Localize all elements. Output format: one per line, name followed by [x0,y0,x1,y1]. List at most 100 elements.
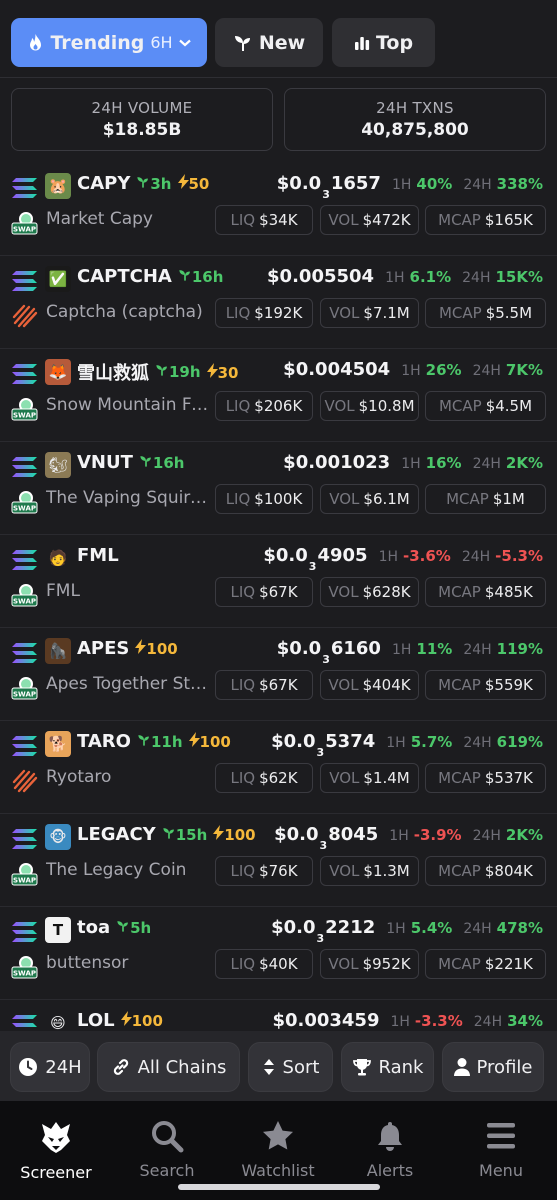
token-price: $0.001023 [283,452,390,473]
boost-bolt-icon [177,174,189,189]
sprout-icon [163,827,174,839]
change-1h-value: 11% [416,640,453,658]
token-price-main: $0.004504 [283,359,391,380]
dex-badge [11,303,38,328]
mcap-value: $1M [492,490,525,508]
liquidity-chip: LIQ $34K [215,205,313,235]
token-row[interactable]: SWAP😄LOL100$0.0034591H-3.3%24H34% [0,1000,557,1030]
token-row[interactable]: SWAP 🦍 APES 100 Apes Together Strong $0.03616… [0,628,557,721]
token-age: 16h [139,453,185,472]
change-1h-value: 26% [425,361,462,379]
trending-timeframe: 6H [150,33,173,52]
token-price-group: $0.031657 1H 40% 24H 338% [277,173,543,201]
dex-stripes-icon [12,304,38,328]
solana-chain-icon [12,829,37,849]
profile-button[interactable]: Profile [442,1042,544,1092]
dex-badge: SWAP [11,675,38,700]
chain-badge [11,549,38,571]
nav-search[interactable]: Search [122,1119,212,1180]
chains-filter-button[interactable]: All Chains [97,1042,240,1092]
token-row[interactable]: SWAP 🐿 VNUT 16h The Vaping Squirrel $0.001023… [0,442,557,535]
nav-search-label: Search [139,1161,195,1180]
token-row[interactable]: 🐕 TARO 11h 100 Ryotaro $0.035374 1H 5.7% 24H 619%… [0,721,557,814]
nav-watchlist[interactable]: Watchlist [233,1119,323,1180]
rank-button[interactable]: Rank [341,1042,434,1092]
timeframe-filter-button[interactable]: 24H [10,1042,90,1092]
volume-chip: VOL $7.1M [320,298,419,328]
solana-chain-icon [12,922,37,942]
volume-value: $472K [362,211,411,229]
token-price-group: $0.003459 1H -3.3% 24H 34% [272,1010,543,1030]
bell-icon [378,1122,402,1151]
solana-chain-icon [12,550,37,570]
token-symbol: CAPTCHA [77,266,172,287]
token-row[interactable]: ✅ CAPTCHA 16h Captcha (captcha) $0.005504 1H 6… [0,256,557,349]
nav-alerts[interactable]: Alerts [345,1119,435,1180]
chains-filter-label: All Chains [137,1056,227,1078]
change-1h-label: 1H [378,549,398,565]
token-boost-value: 100 [146,640,178,658]
dex-badge: SWAP [11,396,38,421]
chevron-down-icon [178,39,191,46]
token-age-value: 3h [150,174,172,193]
token-symbol: LOL [77,1010,115,1030]
nav-menu[interactable]: Menu [456,1119,546,1180]
nav-alerts-label: Alerts [366,1161,414,1180]
token-symbol-group: VNUT 16h [77,452,184,473]
token-price: $0.035374 [271,731,375,759]
liquidity-value: $100K [254,490,303,508]
token-price: $0.005504 [267,266,374,287]
liquidity-label: LIQ [230,769,256,787]
token-age-value: 15h [175,825,208,844]
token-row[interactable]: SWAP 🦊 雪山救狐 19h 30 Snow Mountain Fox $0.004504… [0,349,557,442]
sort-button[interactable]: Sort [248,1042,333,1092]
change-24h-label: 24H [472,456,501,472]
liquidity-label: LIQ [225,490,251,508]
tab-trending[interactable]: Trending 6H [11,18,207,67]
change-24h-label: 24H [472,363,501,379]
dex-badge [11,768,38,793]
token-boost-value: 100 [131,1012,163,1030]
token-name: buttensor [46,953,129,973]
token-age: 15h [162,825,208,844]
token-price-zeros: 3 [316,931,325,945]
hamburger-menu-icon [487,1123,515,1149]
token-symbol: CAPY [77,173,131,194]
sprout-icon [138,734,149,746]
token-avatar-glyph: T [52,921,64,939]
token-age-value: 16h [152,453,185,472]
change-1h-label: 1H [389,828,409,844]
swap-dex-icon: SWAP [11,398,38,421]
token-row[interactable]: SWAP 🧑 FML FML $0.034905 1H -3.6% 24H -5.3% LIQ $6… [0,535,557,628]
token-price-group: $0.005504 1H 6.1% 24H 15K% [267,266,543,287]
token-symbol-group: LOL 100 [77,1010,163,1030]
liquidity-label: LIQ [225,397,251,415]
token-avatar: ✅ [45,266,71,292]
token-price: $0.031657 [277,173,381,201]
token-boost-value: 100 [199,733,231,751]
tab-top[interactable]: Top [332,18,435,67]
change-1h-label: 1H [401,456,421,472]
screener-logo-icon [42,1122,70,1153]
volume-label: VOL [329,490,360,508]
sprout-icon [140,455,151,467]
dex-badge: SWAP [11,861,38,886]
token-list: SWAP 🐹 CAPY 3h 50 Market Capy $0.031657 1H 40% 24… [0,163,557,1030]
volume-stat-label: 24H VOLUME [91,99,193,117]
token-row[interactable]: SWAP 🐵 LEGACY 15h 100 The Legacy Coin $0.03804… [0,814,557,907]
token-row[interactable]: SWAP 🐹 CAPY 3h 50 Market Capy $0.031657 1H 40% 24… [0,163,557,256]
nav-screener[interactable]: Screener [11,1119,101,1182]
chain-badge [11,270,38,292]
volume-label: VOL [328,676,359,694]
profile-label: Profile [476,1056,533,1078]
token-row[interactable]: SWAP Ttoa 5h buttensor $0.032212 1H 5.4% 24H 478… [0,907,557,1000]
change-1h-value: 16% [425,454,462,472]
solana-chain-icon [12,1015,37,1027]
change-24h-label: 24H [473,1014,503,1030]
boost-bolt-icon [213,825,225,840]
tab-new[interactable]: New [215,18,323,67]
change-24h-value: 619% [496,733,543,751]
token-symbol-group: APES 100 [77,638,178,659]
liquidity-chip: LIQ $100K [215,484,313,514]
volume-label: VOL [328,211,359,229]
